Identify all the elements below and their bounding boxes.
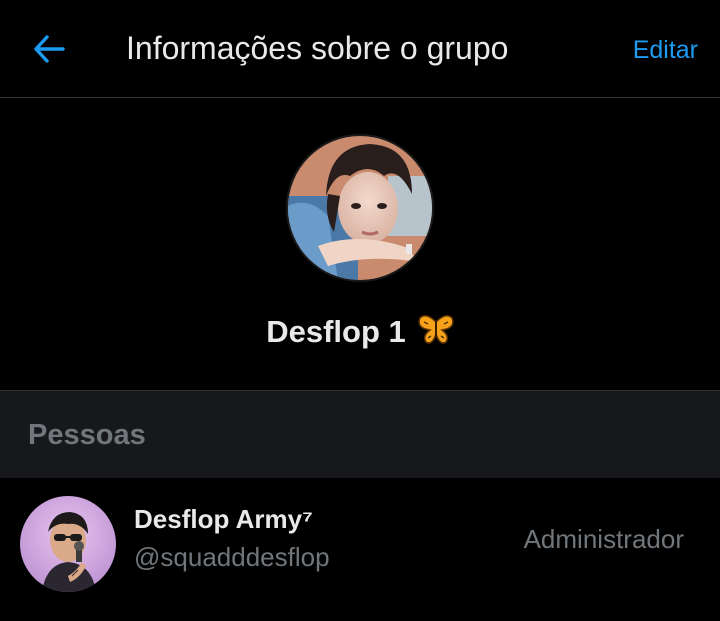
arrow-left-icon (34, 35, 65, 63)
edit-button[interactable]: Editar (633, 36, 698, 65)
page-title: Informações sobre o grupo (126, 30, 509, 66)
member-display-name: Desflop Army⁷ (134, 504, 313, 534)
butterfly-icon (418, 314, 454, 354)
avatar[interactable] (20, 496, 116, 592)
group-name: Desflop 1 (266, 314, 406, 349)
group-avatar[interactable] (286, 134, 434, 282)
section-title: Pessoas (28, 419, 146, 451)
people-section-header: Pessoas (0, 390, 720, 478)
top-bar: Informações sobre o grupo Editar (0, 0, 720, 98)
member-role-badge: Administrador (523, 524, 684, 554)
member-row[interactable]: Desflop Army⁷ @squadddesflop Administrad… (0, 478, 720, 608)
back-button[interactable] (26, 26, 72, 72)
group-name-row: Desflop 1 (0, 314, 720, 354)
group-info: Desflop 1 (0, 98, 720, 390)
member-handle: @squadddesflop (134, 542, 330, 572)
